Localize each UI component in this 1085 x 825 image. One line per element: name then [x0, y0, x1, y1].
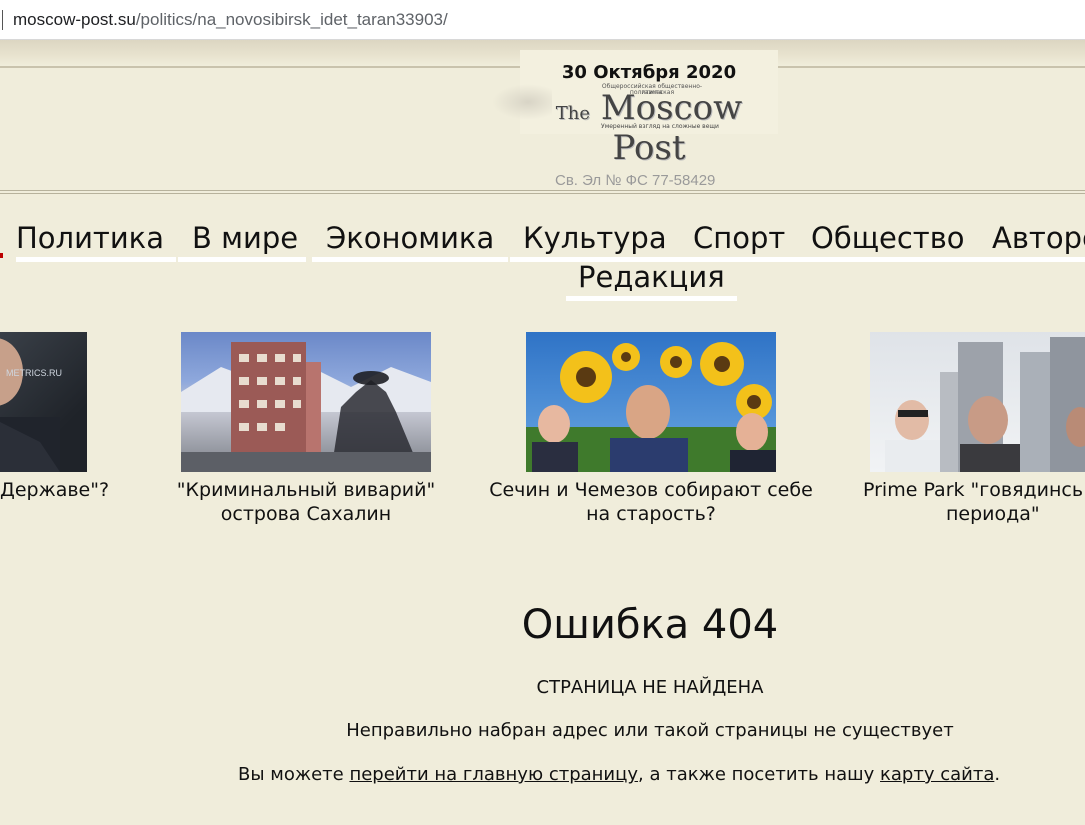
card-image-1[interactable]: METRICS.RU — [0, 332, 87, 472]
card-title-2-line2: острова Сахалин — [220, 503, 392, 525]
card-title-2-line1: "Криминальный виварий" — [176, 479, 436, 501]
url-host: moscow-post.su — [13, 10, 136, 29]
address-bar[interactable]: moscow-post.su/politics/na_novosibirsk_i… — [0, 0, 1085, 40]
nav-item-culture[interactable]: Культура — [510, 219, 681, 262]
sitemap-link[interactable]: карту сайта — [880, 764, 994, 785]
card-image-4-art — [885, 337, 1085, 472]
home-page-link[interactable]: перейти на главную страницу — [349, 764, 638, 785]
error-subtitle: СТРАНИЦА НЕ НАЙДЕНА — [536, 677, 764, 698]
card-image-3-art — [526, 342, 776, 472]
card-title-1-line1: Державе"? — [0, 479, 110, 501]
card-image-4[interactable] — [870, 332, 1085, 472]
nav-divider-bottom — [0, 193, 1085, 194]
help-prefix: Вы можете — [238, 764, 350, 785]
card-title-1[interactable]: Державе"? — [0, 478, 112, 502]
card-title-2[interactable]: "Криминальный виварий" острова Сахалин — [156, 478, 456, 526]
nav-marker — [0, 253, 3, 258]
nav-item-politics[interactable]: Политика — [16, 219, 176, 262]
nav-item-economy[interactable]: Экономика — [312, 219, 509, 262]
card-title-3-line1: Сечин и Чемезов собирают себе — [489, 479, 813, 501]
card-image-1-art — [0, 338, 60, 472]
error-description: Неправильно набран адрес или такой стран… — [346, 720, 954, 741]
card-title-3-line2: на старость? — [586, 503, 716, 525]
nav-item-society[interactable]: Общество — [798, 219, 979, 262]
text-cursor — [2, 10, 3, 30]
url-path: /politics/na_novosibirsk_idet_taran33903… — [135, 10, 448, 29]
registration-number: Св. Эл № ФС 77-58429 — [555, 172, 716, 189]
card-title-4-line1: Prime Park "говядинсь — [863, 479, 1084, 501]
url-text[interactable]: moscow-post.su/politics/na_novosibirsk_i… — [13, 10, 448, 30]
card-image-2-art — [181, 342, 431, 472]
nav-item-sport[interactable]: Спорт — [680, 219, 800, 262]
nav-item-authors[interactable]: Авторс — [978, 219, 1085, 262]
nav-item-world[interactable]: В мире — [178, 219, 307, 262]
card-image-3[interactable] — [526, 332, 776, 472]
logo-tagline: Умеренный взгляд на сложные вещи — [601, 123, 719, 130]
card-image-1-watermark: METRICS.RU — [6, 368, 62, 378]
card-title-3[interactable]: Сечин и Чемезов собирают себе на старост… — [471, 478, 831, 526]
nav-divider-top — [0, 190, 1085, 191]
card-title-4-line2: периода" — [946, 503, 1040, 525]
error-title: Ошибка 404 — [521, 602, 779, 648]
current-date: 30 Октября 2020 — [561, 62, 737, 83]
card-image-2[interactable] — [181, 332, 431, 472]
help-middle: , а также посетить нашу — [638, 764, 881, 785]
logo-the: The — [555, 103, 591, 124]
error-help-text: Вы можете перейти на главную страницу, а… — [238, 764, 1000, 785]
help-suffix: . — [994, 764, 1001, 785]
card-title-4[interactable]: Prime Park "говядинсь периода" — [863, 478, 1085, 526]
nav-item-editorial[interactable]: Редакция — [566, 258, 737, 301]
masthead: 30 Октября 2020 Общероссийская обществен… — [492, 50, 778, 168]
